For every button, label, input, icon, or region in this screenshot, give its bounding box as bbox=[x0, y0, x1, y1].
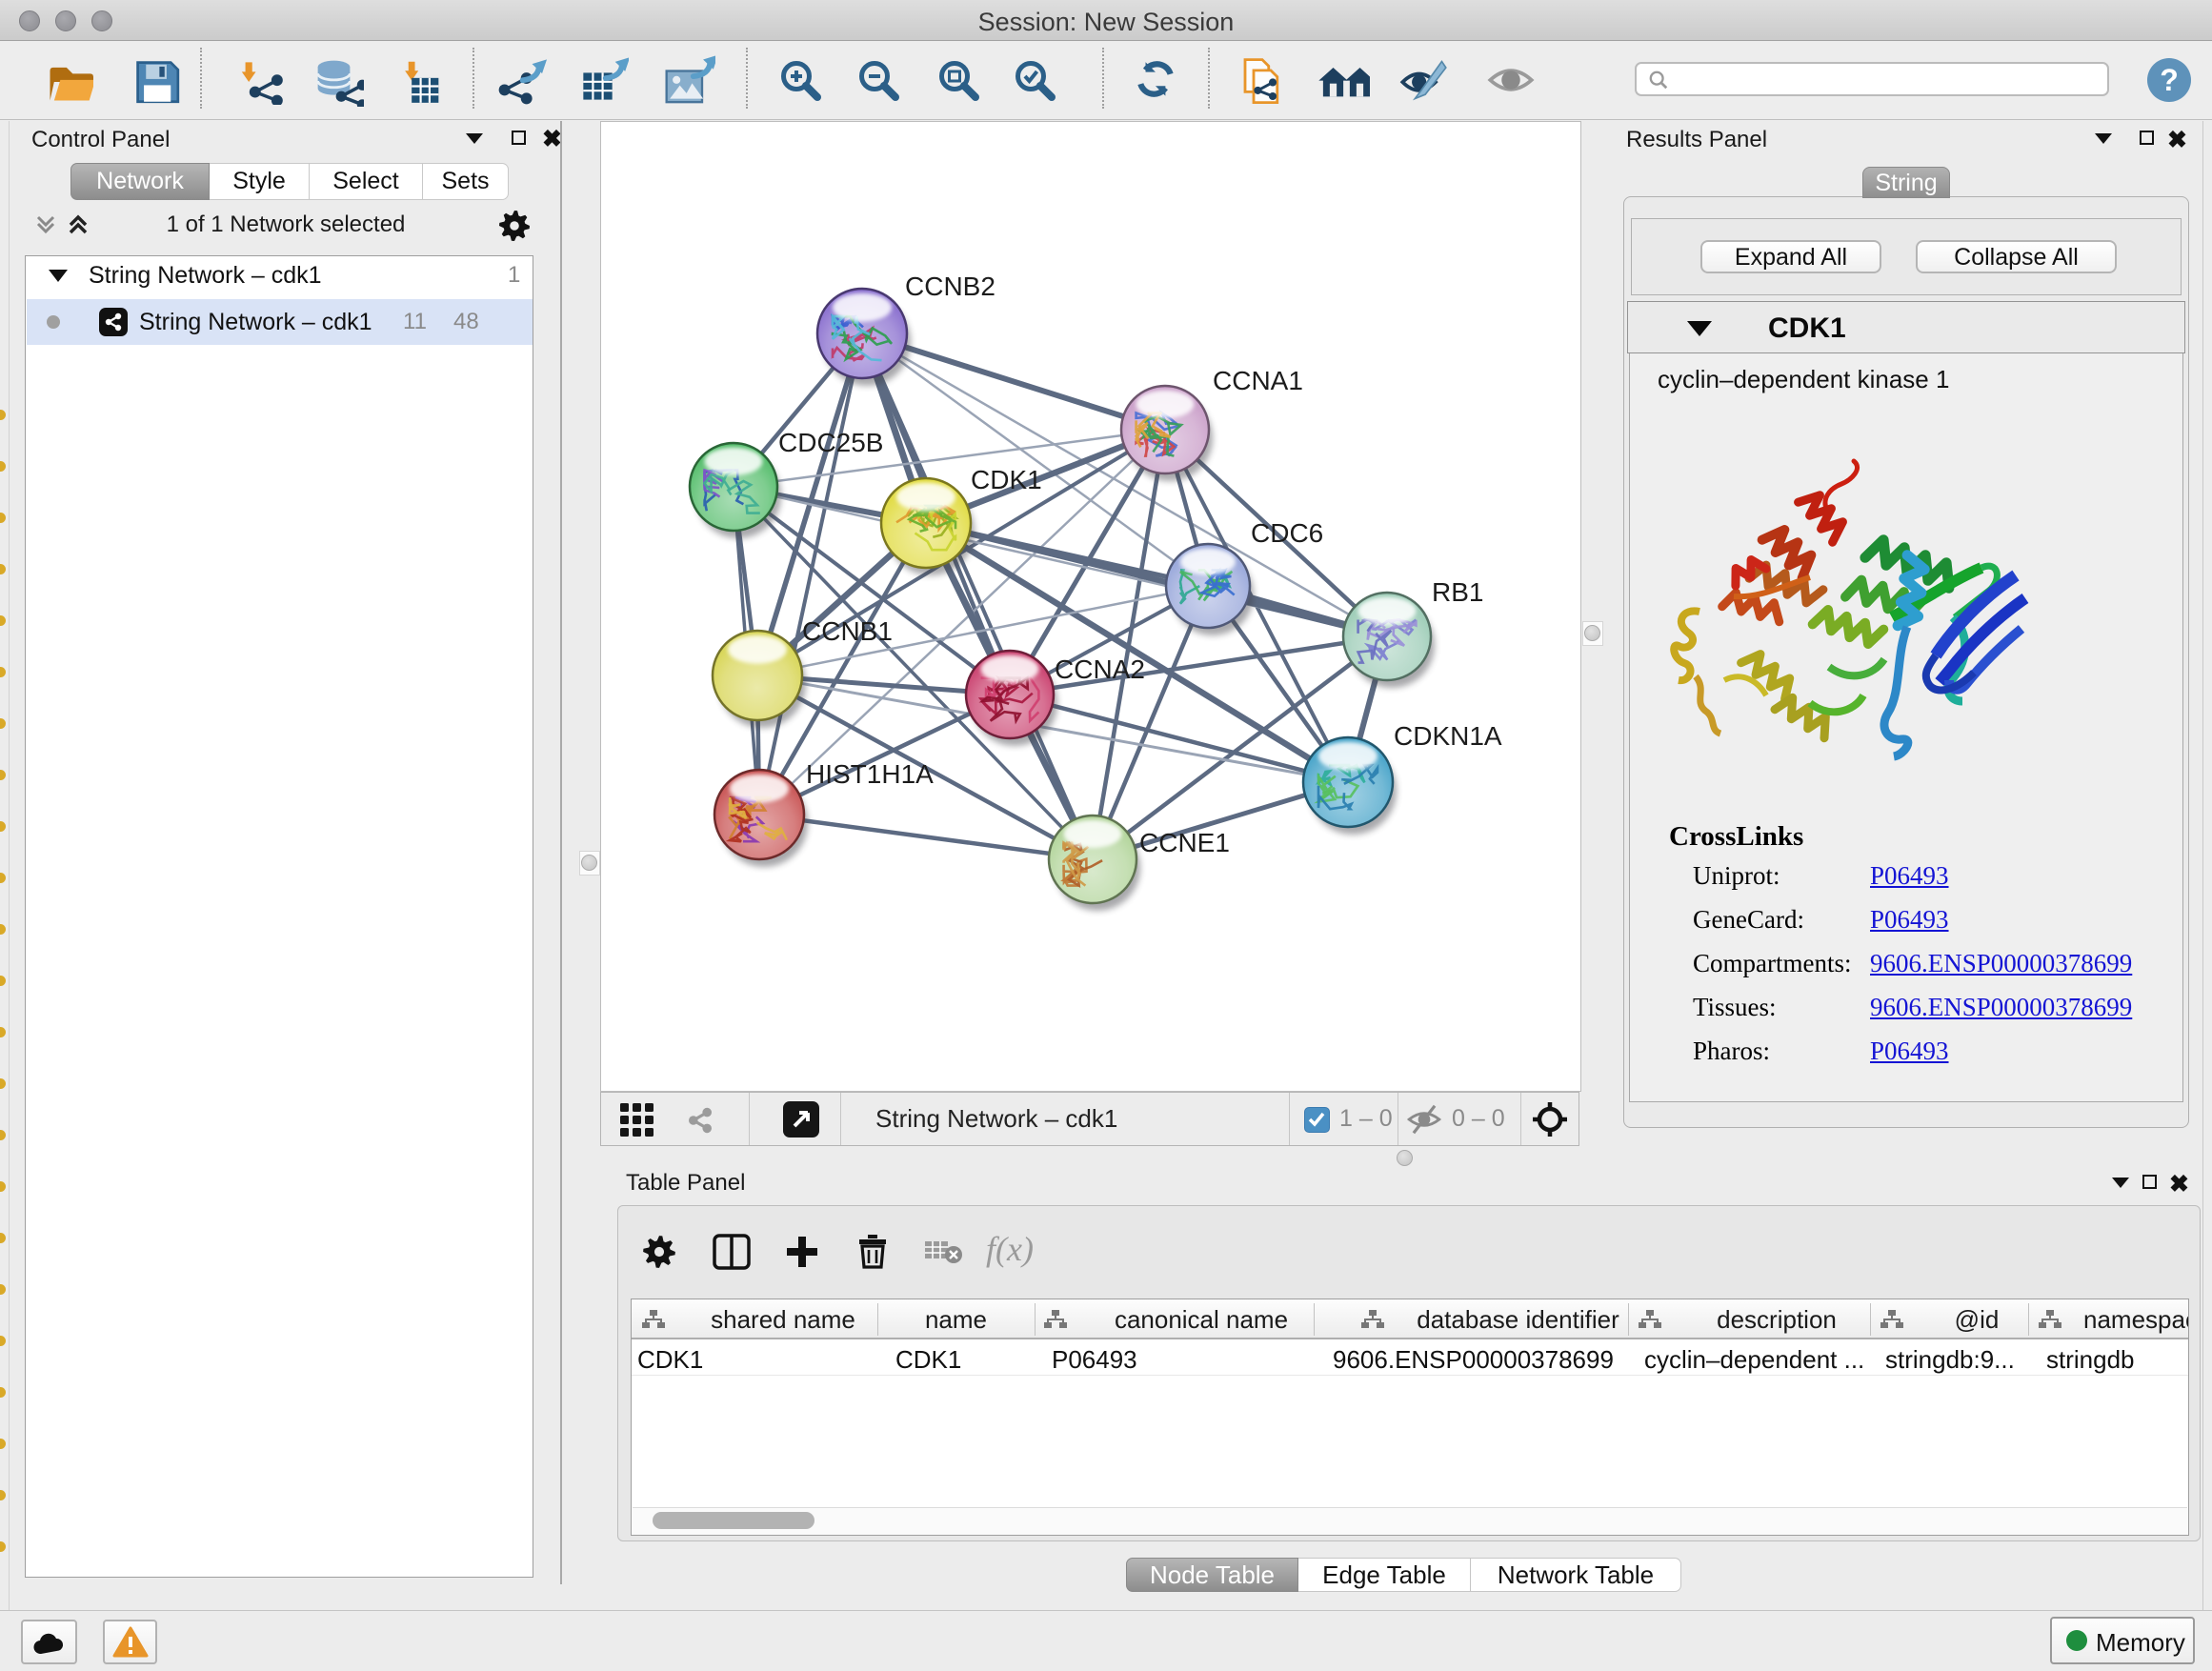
svg-text:CCNA2: CCNA2 bbox=[1055, 654, 1145, 684]
svg-text:CCNE1: CCNE1 bbox=[1139, 828, 1230, 857]
svg-text:CDKN1A: CDKN1A bbox=[1394, 721, 1502, 751]
svg-text:CCNB2: CCNB2 bbox=[905, 272, 995, 301]
svg-text:CCNB1: CCNB1 bbox=[802, 616, 893, 646]
svg-text:CDC25B: CDC25B bbox=[778, 428, 883, 457]
svg-text:CCNA1: CCNA1 bbox=[1213, 366, 1303, 395]
svg-text:RB1: RB1 bbox=[1432, 577, 1483, 607]
svg-text:CDC6: CDC6 bbox=[1251, 518, 1323, 548]
svg-text:HIST1H1A: HIST1H1A bbox=[806, 759, 934, 789]
svg-text:CDK1: CDK1 bbox=[971, 465, 1042, 494]
